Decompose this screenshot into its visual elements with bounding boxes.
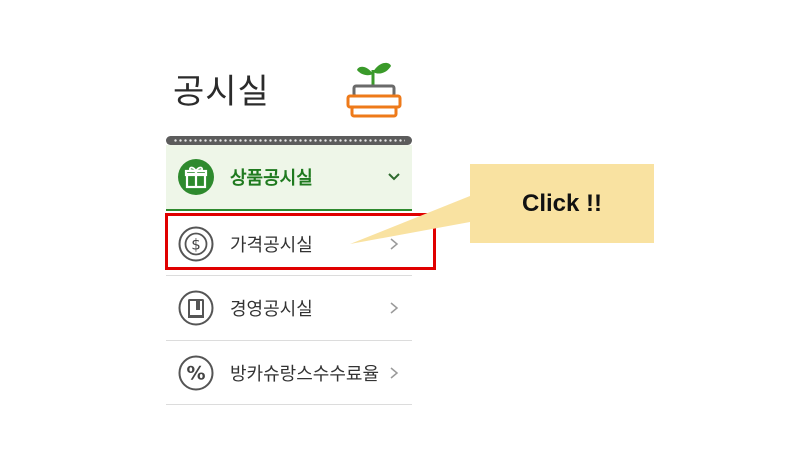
svg-text:%: % (186, 362, 205, 384)
page-title: 공시실 (173, 72, 270, 112)
plant-books-icon (346, 62, 402, 118)
click-callout: Click !! (470, 164, 654, 243)
percent-icon: % (178, 355, 214, 390)
menu-item-label: 방카슈랑스수수료율 (230, 363, 380, 385)
menu-item-price-disclosure[interactable]: $ 가격공시실 (166, 212, 412, 276)
callout-text: Click !! (521, 189, 602, 217)
menu-item-label: 가격공시실 (230, 234, 313, 256)
book-icon (178, 290, 214, 326)
chevron-right-icon[interactable] (386, 365, 402, 381)
menu-item-product-disclosure[interactable]: 상품공시실 (166, 145, 412, 211)
menu-item-management-disclosure[interactable]: 경영공시실 (166, 276, 412, 341)
disclosure-page: 공시실 상품공시실 $ 가격공시실 경영공시실 % 방카슈랑스수수료율 Clic… (0, 0, 800, 450)
chevron-right-icon[interactable] (386, 236, 402, 252)
menu-divider (166, 136, 412, 145)
gift-icon (178, 159, 214, 195)
menu-item-label: 상품공시실 (230, 168, 313, 189)
dollar-coin-icon: $ (178, 226, 214, 261)
menu-item-label: 경영공시실 (230, 299, 313, 320)
svg-text:$: $ (191, 235, 201, 253)
menu-item-bancassurance-fee[interactable]: % 방카슈랑스수수료율 (166, 341, 412, 405)
chevron-down-icon[interactable] (386, 169, 402, 185)
chevron-right-icon[interactable] (386, 300, 402, 316)
